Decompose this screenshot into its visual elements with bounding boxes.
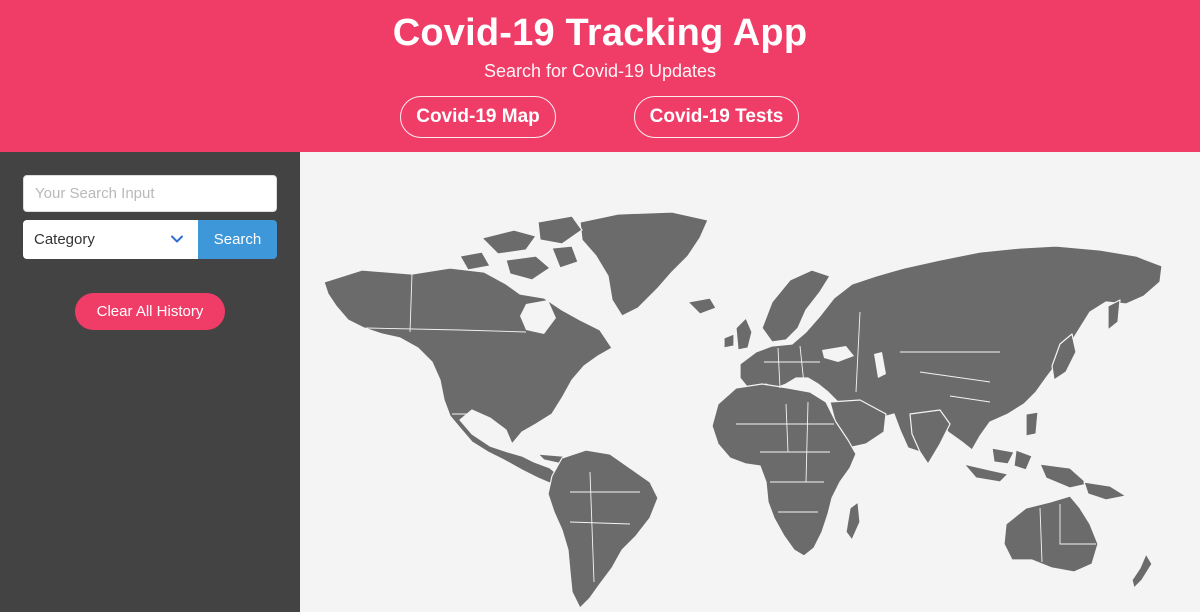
- search-button[interactable]: Search: [198, 220, 277, 259]
- world-map[interactable]: [300, 152, 1200, 612]
- app-header: Covid-19 Tracking App Search for Covid-1…: [0, 0, 1200, 152]
- category-select-label: Category: [34, 231, 95, 248]
- greenland-shape[interactable]: [579, 211, 709, 317]
- sidebar: Category Search Clear All History: [0, 152, 300, 612]
- category-select[interactable]: Category: [23, 220, 198, 259]
- north-america-shape[interactable]: [323, 267, 613, 485]
- app-subtitle: Search for Covid-19 Updates: [483, 61, 717, 81]
- south-america-shape[interactable]: [547, 449, 659, 609]
- search-input[interactable]: [23, 175, 277, 212]
- covid-tests-button[interactable]: Covid-19 Tests: [634, 96, 799, 138]
- chevron-down-icon: [171, 235, 183, 243]
- australia-shape[interactable]: [1003, 495, 1099, 573]
- covid-map-button[interactable]: Covid-19 Map: [400, 96, 556, 138]
- clear-history-button[interactable]: Clear All History: [75, 293, 225, 330]
- world-map-icon: [323, 211, 1163, 609]
- app-title: Covid-19 Tracking App: [392, 12, 808, 54]
